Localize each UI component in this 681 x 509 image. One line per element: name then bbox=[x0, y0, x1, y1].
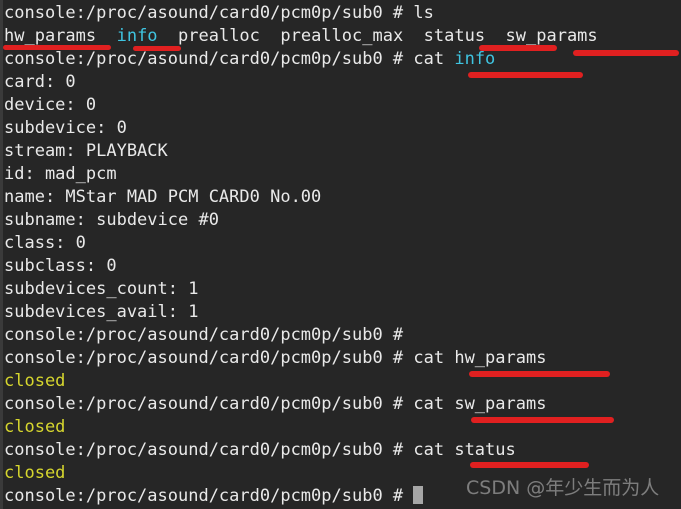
terminal-window[interactable]: console:/proc/asound/card0/pcm0p/sub0 # … bbox=[0, 0, 681, 509]
terminal-output: console:/proc/asound/card0/pcm0p/sub0 # … bbox=[4, 2, 681, 508]
terminal-line: closed bbox=[4, 462, 681, 485]
terminal-line: subname: subdevice #0 bbox=[4, 209, 681, 232]
terminal-text: console:/proc/asound/card0/pcm0p/sub0 # … bbox=[4, 348, 547, 368]
terminal-text: info bbox=[454, 49, 496, 69]
terminal-text: subdevices_avail: 1 bbox=[4, 302, 199, 322]
terminal-cursor bbox=[413, 486, 424, 504]
terminal-text: closed bbox=[4, 371, 66, 391]
terminal-line: console:/proc/asound/card0/pcm0p/sub0 # … bbox=[4, 439, 681, 462]
terminal-line: console:/proc/asound/card0/pcm0p/sub0 # … bbox=[4, 48, 681, 71]
terminal-text: class: 0 bbox=[4, 233, 86, 253]
terminal-text: hw_params bbox=[4, 26, 117, 46]
terminal-line: name: MStar MAD PCM CARD0 No.00 bbox=[4, 186, 681, 209]
terminal-line: console:/proc/asound/card0/pcm0p/sub0 # … bbox=[4, 393, 681, 416]
terminal-line: console:/proc/asound/card0/pcm0p/sub0 # bbox=[4, 485, 681, 508]
terminal-line: subdevice: 0 bbox=[4, 117, 681, 140]
terminal-text: stream: PLAYBACK bbox=[4, 141, 168, 161]
terminal-text: device: 0 bbox=[4, 95, 97, 115]
terminal-text: subname: subdevice #0 bbox=[4, 210, 219, 230]
terminal-text: subdevices_count: 1 bbox=[4, 279, 199, 299]
terminal-text: prealloc prealloc_max status sw_params bbox=[157, 26, 598, 46]
terminal-line: subdevices_count: 1 bbox=[4, 278, 681, 301]
terminal-line: hw_params info prealloc prealloc_max sta… bbox=[4, 25, 681, 48]
terminal-text: subclass: 0 bbox=[4, 256, 117, 276]
terminal-text: console:/proc/asound/card0/pcm0p/sub0 # bbox=[4, 486, 414, 506]
terminal-line: card: 0 bbox=[4, 71, 681, 94]
terminal-left-edge bbox=[0, 0, 3, 509]
terminal-line: closed bbox=[4, 370, 681, 393]
terminal-line: console:/proc/asound/card0/pcm0p/sub0 # … bbox=[4, 2, 681, 25]
terminal-text: id: mad_pcm bbox=[4, 164, 117, 184]
terminal-line: closed bbox=[4, 416, 681, 439]
terminal-text: console:/proc/asound/card0/pcm0p/sub0 # … bbox=[4, 440, 516, 460]
terminal-text: console:/proc/asound/card0/pcm0p/sub0 # … bbox=[4, 394, 547, 414]
terminal-text: name: MStar MAD PCM CARD0 No.00 bbox=[4, 187, 322, 207]
terminal-line: console:/proc/asound/card0/pcm0p/sub0 # bbox=[4, 324, 681, 347]
terminal-text: card: 0 bbox=[4, 72, 76, 92]
terminal-line: class: 0 bbox=[4, 232, 681, 255]
terminal-text: info bbox=[116, 26, 158, 46]
terminal-text: console:/proc/asound/card0/pcm0p/sub0 # … bbox=[4, 3, 434, 23]
terminal-line: device: 0 bbox=[4, 94, 681, 117]
terminal-line: subdevices_avail: 1 bbox=[4, 301, 681, 324]
terminal-text: closed bbox=[4, 417, 66, 437]
terminal-text: console:/proc/asound/card0/pcm0p/sub0 # bbox=[4, 325, 414, 345]
terminal-text: closed bbox=[4, 463, 66, 483]
terminal-text: console:/proc/asound/card0/pcm0p/sub0 # … bbox=[4, 49, 455, 69]
terminal-line: stream: PLAYBACK bbox=[4, 140, 681, 163]
terminal-text: subdevice: 0 bbox=[4, 118, 127, 138]
terminal-line: subclass: 0 bbox=[4, 255, 681, 278]
terminal-line: id: mad_pcm bbox=[4, 163, 681, 186]
terminal-line: console:/proc/asound/card0/pcm0p/sub0 # … bbox=[4, 347, 681, 370]
